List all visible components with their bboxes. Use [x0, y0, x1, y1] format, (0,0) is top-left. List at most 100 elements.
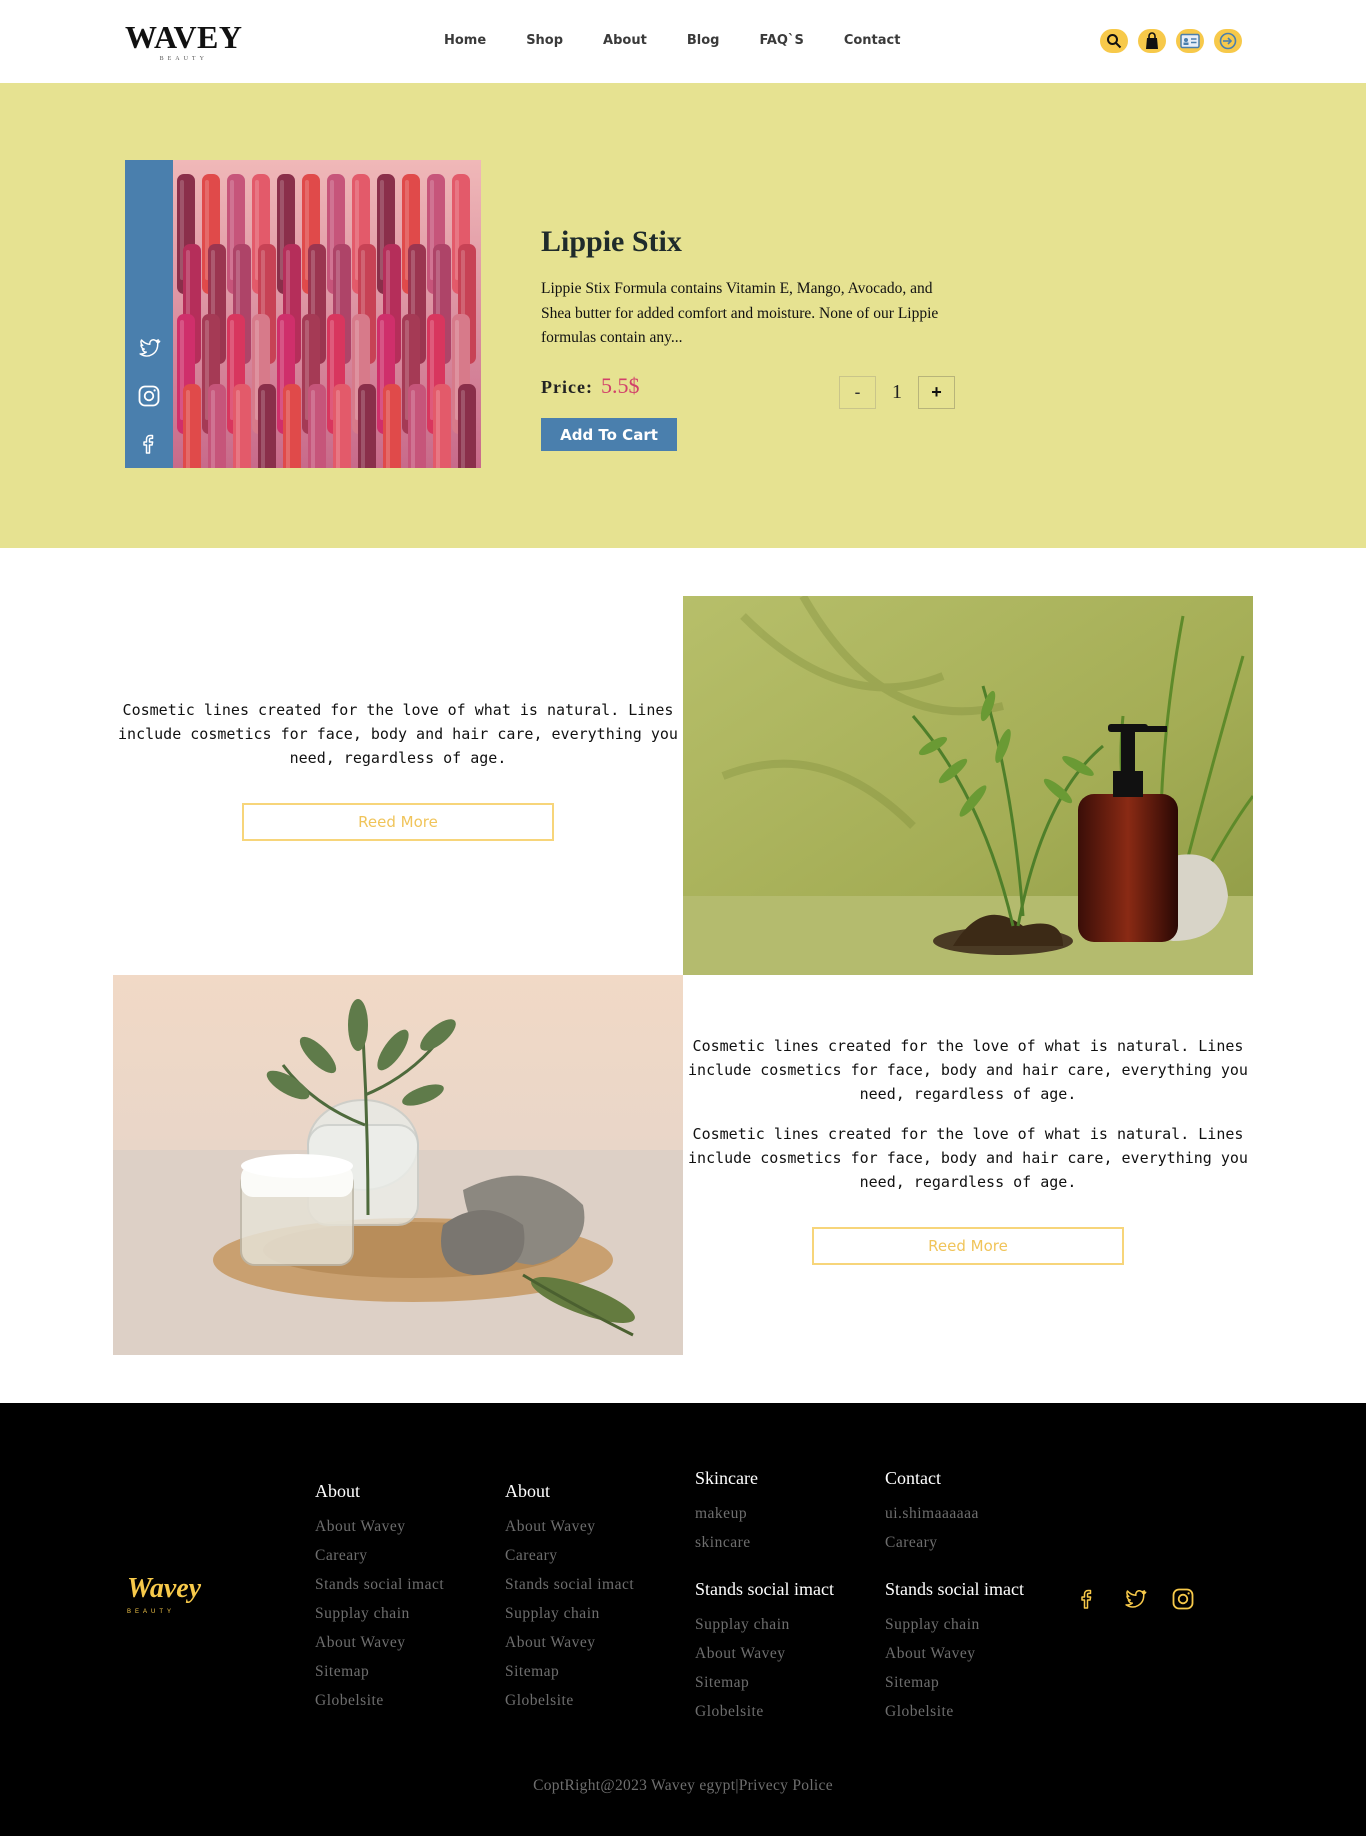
quantity-value: 1 [892, 381, 902, 403]
lipstick-highlight [436, 390, 440, 468]
footer-link[interactable]: Globelsite [695, 1697, 834, 1726]
twitter-icon[interactable] [1123, 1587, 1147, 1611]
site-footer: Wavey BEAUTY About About Wavey Careary S… [0, 1403, 1366, 1836]
lipstick-highlight [211, 390, 215, 468]
increment-button[interactable]: + [918, 376, 955, 409]
footer-logo-text: Wavey [127, 1573, 202, 1604]
footer-link[interactable]: About Wavey [315, 1512, 444, 1541]
facebook-icon[interactable] [1075, 1587, 1099, 1611]
nav-faqs[interactable]: FAQ`S [759, 33, 803, 48]
footer-link[interactable]: Sitemap [505, 1657, 634, 1686]
lipstick-highlight [411, 390, 415, 468]
lipstick-shape [183, 384, 201, 468]
nav-shop[interactable]: Shop [526, 33, 563, 48]
footer-link[interactable]: Sitemap [885, 1668, 1024, 1697]
footer-col-title: About [505, 1481, 550, 1501]
nav-about[interactable]: About [603, 33, 647, 48]
facebook-icon[interactable] [137, 432, 161, 456]
footer-logo[interactable]: Wavey BEAUTY [127, 1573, 201, 1615]
lipstick-shape [383, 384, 401, 468]
twitter-icon[interactable] [137, 336, 161, 360]
product-price: Price: 5.5$ [541, 373, 639, 399]
lipstick-shape [208, 384, 226, 468]
price-label: Price: [541, 377, 593, 397]
read-more-button-1[interactable]: Reed More [242, 803, 554, 841]
product-description: Lippie Stix Formula contains Vitamin E, … [541, 280, 939, 346]
lipstick-shape [308, 384, 326, 468]
header-actions [1100, 29, 1252, 53]
instagram-icon[interactable] [137, 384, 161, 408]
feature-text-2a: Cosmetic lines created for the love of w… [688, 1037, 1248, 1103]
product-title: Lippie Stix [541, 225, 682, 258]
brand-logo[interactable]: WAVEY BEAUTY [125, 20, 243, 62]
footer-link[interactable]: Stands social imact [505, 1570, 634, 1599]
bag-icon[interactable] [1138, 29, 1166, 53]
footer-link[interactable]: About Wavey [315, 1628, 444, 1657]
lipstick-shape [408, 384, 426, 468]
lipstick-highlight [261, 390, 265, 468]
footer-link[interactable]: Globelsite [505, 1686, 634, 1715]
site-header: WAVEY BEAUTY Home Shop About Blog FAQ`S … [0, 0, 1366, 83]
footer-link[interactable]: Careary [505, 1541, 634, 1570]
search-icon[interactable] [1100, 29, 1128, 53]
footer-link[interactable]: Globelsite [885, 1697, 1024, 1726]
footer-link[interactable]: Supplay chain [885, 1610, 1024, 1639]
footer-link[interactable]: Globelsite [315, 1686, 444, 1715]
lipstick-shape [258, 384, 276, 468]
footer-link[interactable]: Careary [315, 1541, 444, 1570]
copyright: CoptRight@2023 Wavey egypt|Privecy Polic… [533, 1777, 833, 1794]
product-media [125, 160, 481, 468]
footer-link[interactable]: About Wavey [505, 1628, 634, 1657]
lipstick-highlight [386, 390, 390, 468]
lipstick-highlight [461, 390, 465, 468]
main-nav: Home Shop About Blog FAQ`S Contact [444, 33, 940, 48]
lipstick-shape [458, 384, 476, 468]
footer-col-subtitle: Stands social imact [885, 1579, 1024, 1599]
footer-col-title: Contact [885, 1468, 941, 1488]
decrement-button[interactable]: - [839, 376, 876, 409]
lipstick-highlight [186, 390, 190, 468]
lipstick-shape [358, 384, 376, 468]
feature-text-1: Cosmetic lines created for the love of w… [118, 701, 678, 767]
login-icon[interactable] [1214, 29, 1242, 53]
id-card-icon[interactable] [1176, 29, 1204, 53]
fern-serum-image [683, 596, 1253, 975]
footer-link[interactable]: skincare [695, 1528, 834, 1557]
footer-link[interactable]: Sitemap [695, 1668, 834, 1697]
lipstick-highlight [361, 390, 365, 468]
lipstick-highlight [311, 390, 315, 468]
brand-tagline: BEAUTY [159, 56, 208, 62]
instagram-icon[interactable] [1171, 1587, 1195, 1611]
footer-link[interactable]: About Wavey [505, 1512, 634, 1541]
share-bar [125, 160, 173, 468]
footer-link[interactable]: Supplay chain [315, 1599, 444, 1628]
footer-link[interactable]: Supplay chain [695, 1610, 834, 1639]
footer-col-title: Skincare [695, 1468, 758, 1488]
lipstick-highlight [336, 390, 340, 468]
product-hero: Lippie Stix Lippie Stix Formula contains… [0, 83, 1366, 548]
lipstick-shape [333, 384, 351, 468]
price-value: 5.5$ [600, 373, 640, 398]
product-image [173, 160, 481, 468]
brand-name: WAVEY [125, 19, 243, 55]
nav-contact[interactable]: Contact [844, 33, 901, 48]
lipstick-shape [283, 384, 301, 468]
add-to-cart-button[interactable]: Add To Cart [541, 418, 677, 451]
footer-social [1075, 1587, 1219, 1611]
footer-col-contact: Contact ui.shimaaaaaa Careary Stands soc… [885, 1468, 1024, 1726]
footer-col-title: About [315, 1481, 360, 1501]
nav-blog[interactable]: Blog [687, 33, 720, 48]
footer-link[interactable]: ui.shimaaaaaa [885, 1499, 1024, 1528]
footer-logo-sub: BEAUTY [127, 1609, 176, 1615]
feature-text-2b: Cosmetic lines created for the love of w… [688, 1125, 1248, 1191]
read-more-button-2[interactable]: Reed More [812, 1227, 1124, 1265]
footer-link[interactable]: About Wavey [885, 1639, 1024, 1668]
footer-link[interactable]: Careary [885, 1528, 1024, 1557]
footer-link[interactable]: About Wavey [695, 1639, 834, 1668]
footer-link[interactable]: Stands social imact [315, 1570, 444, 1599]
nav-home[interactable]: Home [444, 33, 486, 48]
footer-link[interactable]: Supplay chain [505, 1599, 634, 1628]
lipstick-highlight [236, 390, 240, 468]
footer-link[interactable]: makeup [695, 1499, 834, 1528]
footer-link[interactable]: Sitemap [315, 1657, 444, 1686]
